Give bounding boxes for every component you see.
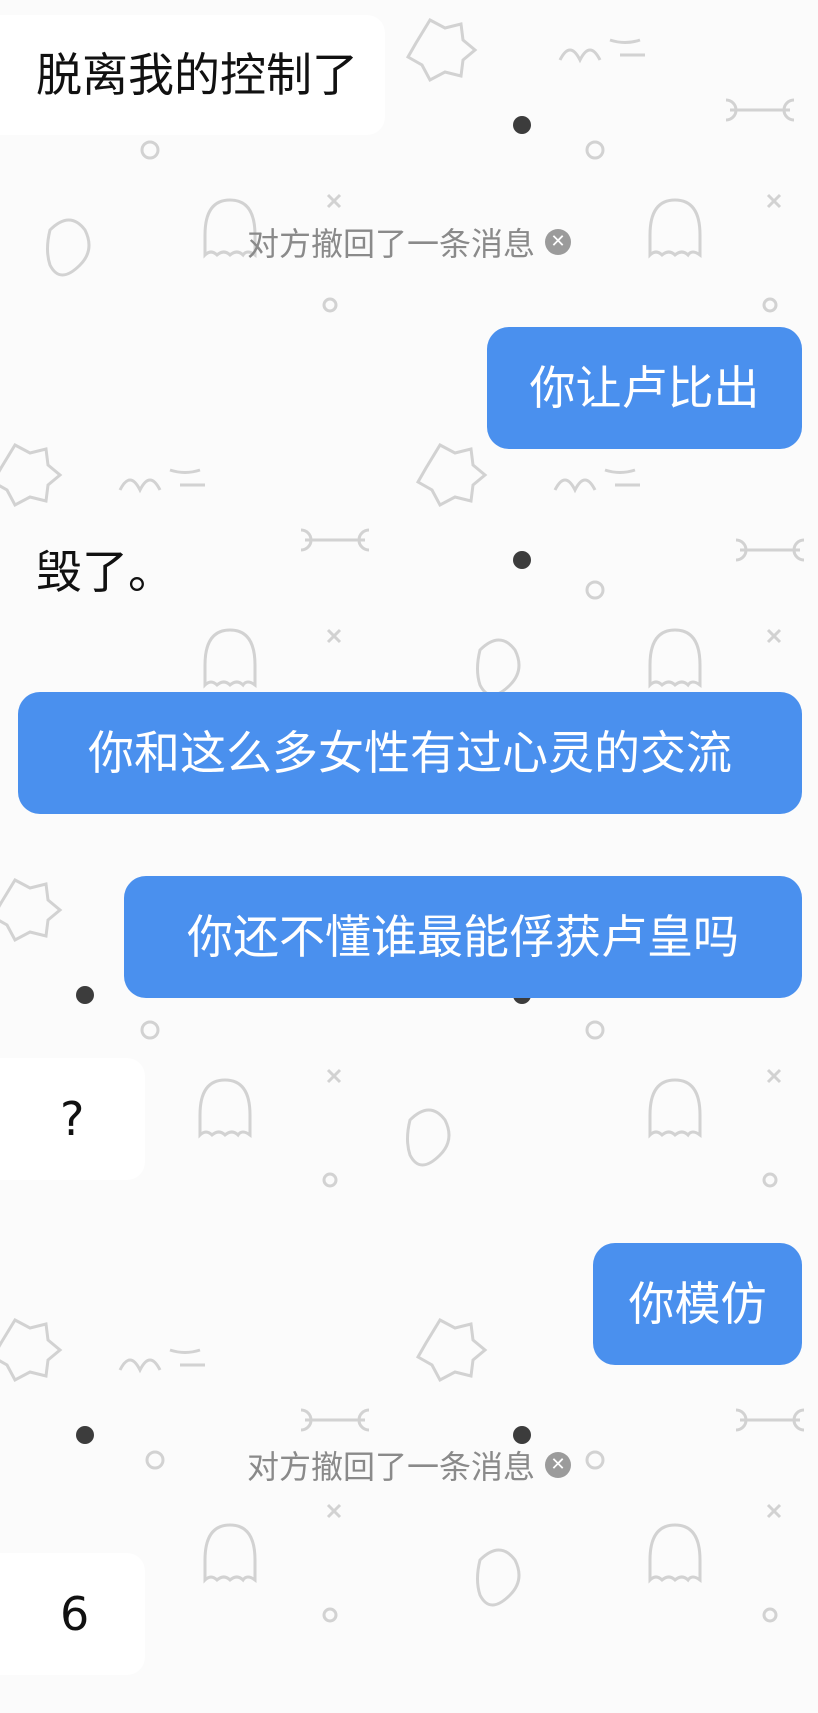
ghost-icon — [648, 628, 702, 689]
star-icon — [0, 443, 63, 508]
star-icon — [415, 1318, 488, 1383]
ghost-icon — [198, 1078, 252, 1139]
bean-icon — [406, 1108, 451, 1167]
message-text: 你让卢比出 — [529, 361, 760, 415]
bone-icon — [735, 1408, 805, 1432]
ghost-icon — [648, 1078, 702, 1139]
bean-icon — [476, 638, 521, 697]
message-text: 毁了。 — [36, 545, 174, 599]
message-text: 脱离我的控制了 — [36, 48, 358, 102]
recall-text: 对方撤回了一条消息 — [246, 225, 535, 263]
message-text: 你模仿 — [628, 1277, 767, 1331]
ghost-icon — [203, 628, 257, 689]
star-icon — [0, 1318, 63, 1383]
message-text: 你还不懂谁最能俘获卢皇吗 — [187, 910, 739, 964]
recall-text: 对方撤回了一条消息 — [246, 1448, 535, 1486]
bean-icon — [476, 1548, 521, 1607]
ghost-icon — [648, 1523, 702, 1584]
bone-icon — [300, 1408, 370, 1432]
close-circle-icon[interactable]: ✕ — [545, 229, 571, 255]
message-sent[interactable]: 你模仿 — [593, 1243, 802, 1365]
bone-icon — [735, 538, 805, 562]
message-sent[interactable]: 你让卢比出 — [487, 327, 802, 449]
recall-notice: 对方撤回了一条消息 ✕ — [0, 1443, 818, 1487]
bone-icon — [725, 98, 795, 122]
message-received[interactable]: ? — [0, 1058, 145, 1180]
message-received[interactable]: 毁了。 — [0, 513, 192, 631]
message-sent[interactable]: 你和这么多女性有过心灵的交流 — [18, 692, 802, 814]
message-text: 6 — [60, 1587, 90, 1641]
star-icon — [405, 18, 478, 83]
message-received[interactable]: 6 — [0, 1553, 145, 1675]
message-text: 你和这么多女性有过心灵的交流 — [88, 726, 732, 780]
message-text: ? — [60, 1092, 85, 1146]
message-received[interactable]: 脱离我的控制了 — [0, 15, 385, 135]
bone-icon — [300, 528, 370, 552]
star-icon — [415, 443, 488, 508]
message-sent[interactable]: 你还不懂谁最能俘获卢皇吗 — [124, 876, 802, 998]
recall-notice: 对方撤回了一条消息 ✕ — [0, 220, 818, 264]
ghost-icon — [203, 1523, 257, 1584]
star-icon — [0, 878, 63, 943]
close-circle-icon[interactable]: ✕ — [545, 1452, 571, 1478]
